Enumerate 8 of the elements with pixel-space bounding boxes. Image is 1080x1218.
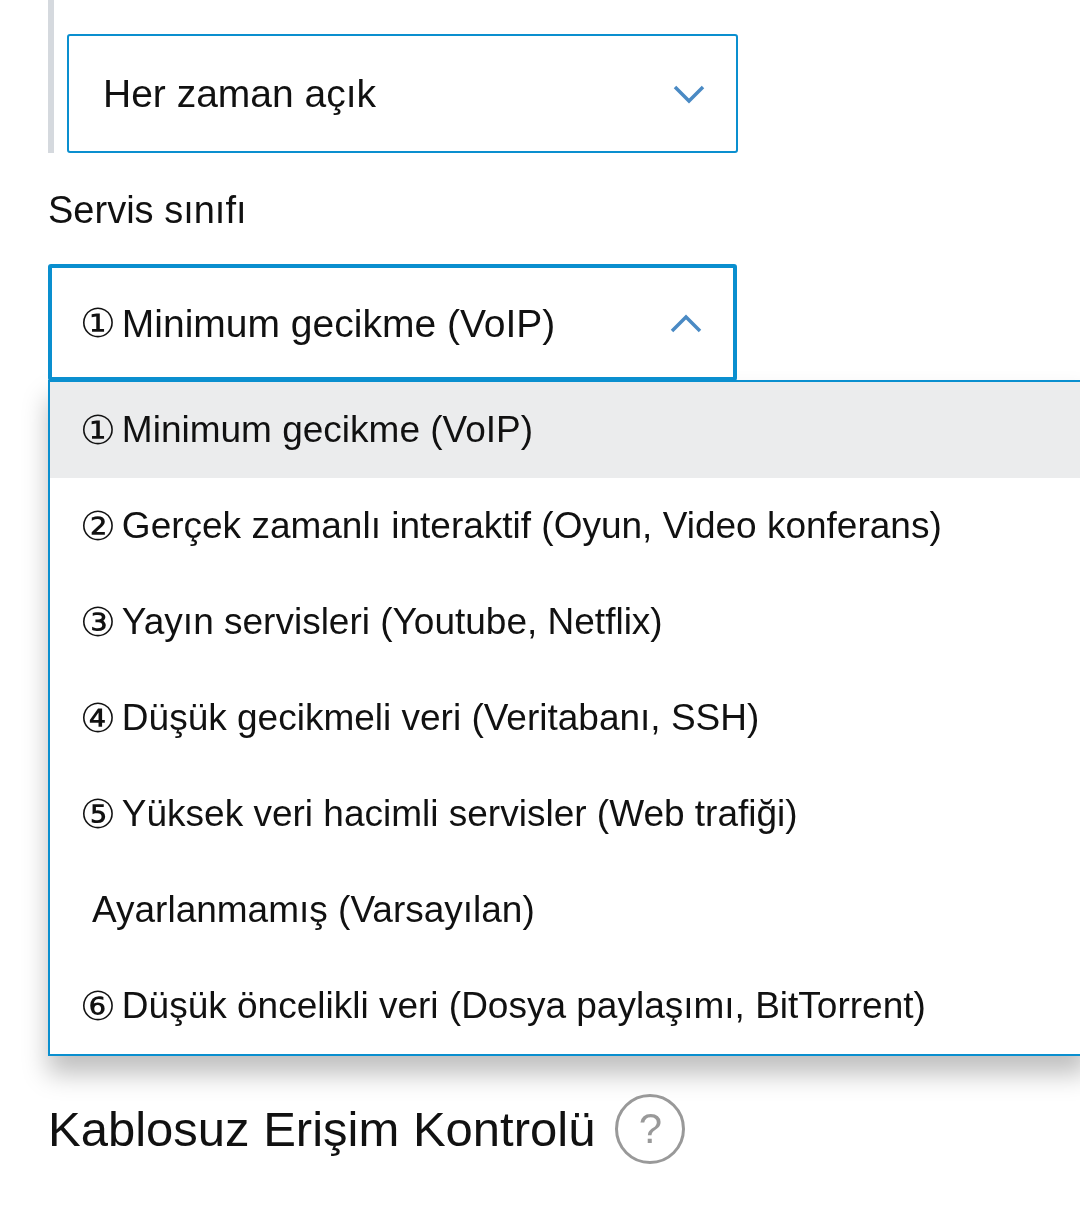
menu-option[interactable]: ① Minimum gecikme (VoIP)	[50, 382, 1080, 478]
chevron-down-icon	[672, 83, 706, 104]
menu-option[interactable]: ⑥ Düşük öncelikli veri (Dosya paylaşımı, BitTorrent)	[50, 958, 1080, 1054]
chevron-up-icon	[669, 312, 703, 333]
mode-dropdown[interactable]: Her zaman açık	[67, 34, 738, 153]
section-title: Kablosuz Erişim Kontrolü	[48, 1101, 596, 1157]
service-class-dropdown[interactable]: ① Minimum gecikme (VoIP)	[48, 264, 737, 381]
field-label: Servis sınıfı	[48, 189, 248, 232]
